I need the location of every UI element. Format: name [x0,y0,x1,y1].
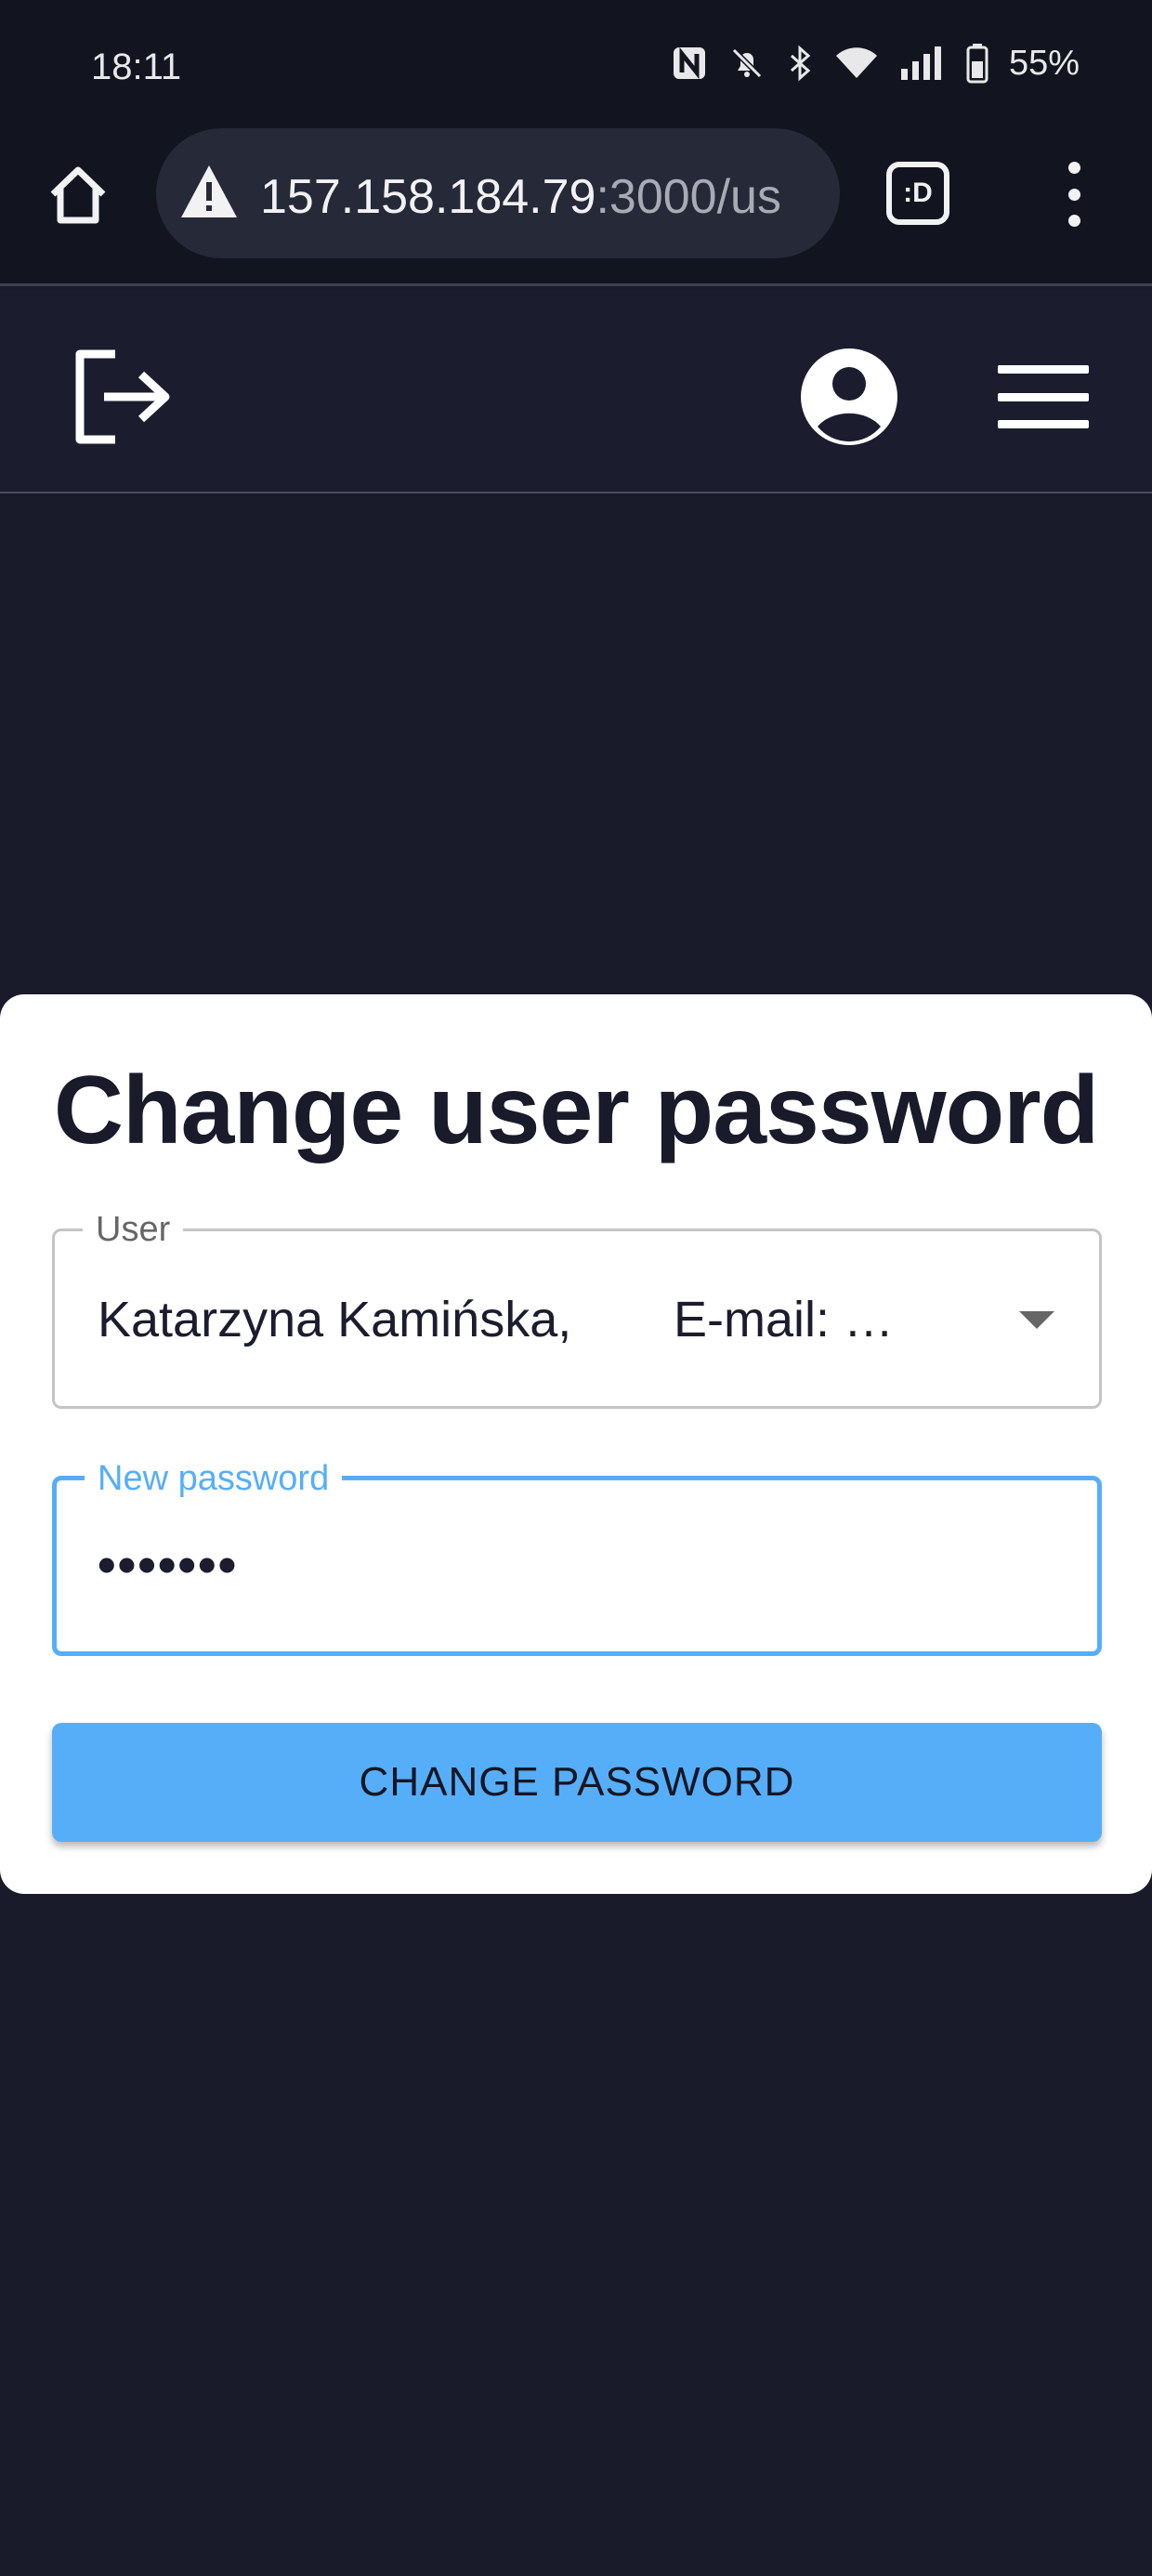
battery-icon [966,43,988,84]
user-field-label: User [83,1207,184,1252]
signal-icon [899,45,946,82]
tab-switcher-button[interactable]: :D [886,162,949,225]
dropdown-arrow-icon[interactable] [1019,1311,1054,1329]
bluetooth-icon [786,45,814,82]
new-password-label: New password [85,1456,343,1501]
battery-percent: 55% [1008,43,1080,83]
bell-muted-icon [728,45,766,82]
home-button[interactable] [41,158,115,232]
url-host: 157.158.184.79 [260,170,596,224]
android-status-bar: 18:11 55% [0,0,1152,128]
url-text[interactable]: 157.158.184.79:3000/us [260,169,781,225]
wifi-icon [834,45,879,82]
hamburger-menu-icon[interactable] [998,365,1089,428]
browser-toolbar: 157.158.184.79:3000/us :D [0,128,1152,286]
warning-icon[interactable] [178,162,240,223]
logout-icon[interactable] [71,348,175,445]
url-bar[interactable]: 157.158.184.79:3000/us [156,128,840,258]
url-path: :3000/us [596,170,781,224]
user-select-value: Katarzyna Kamińska, [98,1292,572,1347]
new-password-value[interactable]: ••••••• [98,1534,238,1595]
nfc-icon [671,45,708,82]
change-password-card: Change user password User Katarzyna Kami… [0,994,1152,1894]
page-title: Change user password [53,1057,1099,1164]
tab-switcher-icon: :D [903,177,933,208]
change-password-button[interactable]: CHANGE PASSWORD [52,1723,1102,1842]
status-time: 18:11 [91,46,182,87]
user-select-email: E-mail: … [674,1292,895,1347]
more-menu-icon[interactable] [1055,162,1093,227]
home-icon [50,166,106,224]
app-header [0,289,1152,493]
account-icon[interactable] [799,347,899,447]
new-password-field[interactable]: New password ••••••• [52,1456,1102,1656]
user-select[interactable]: User Katarzyna Kamińska, E-mail: … [52,1207,1102,1409]
status-icons: 55% [671,43,1080,84]
